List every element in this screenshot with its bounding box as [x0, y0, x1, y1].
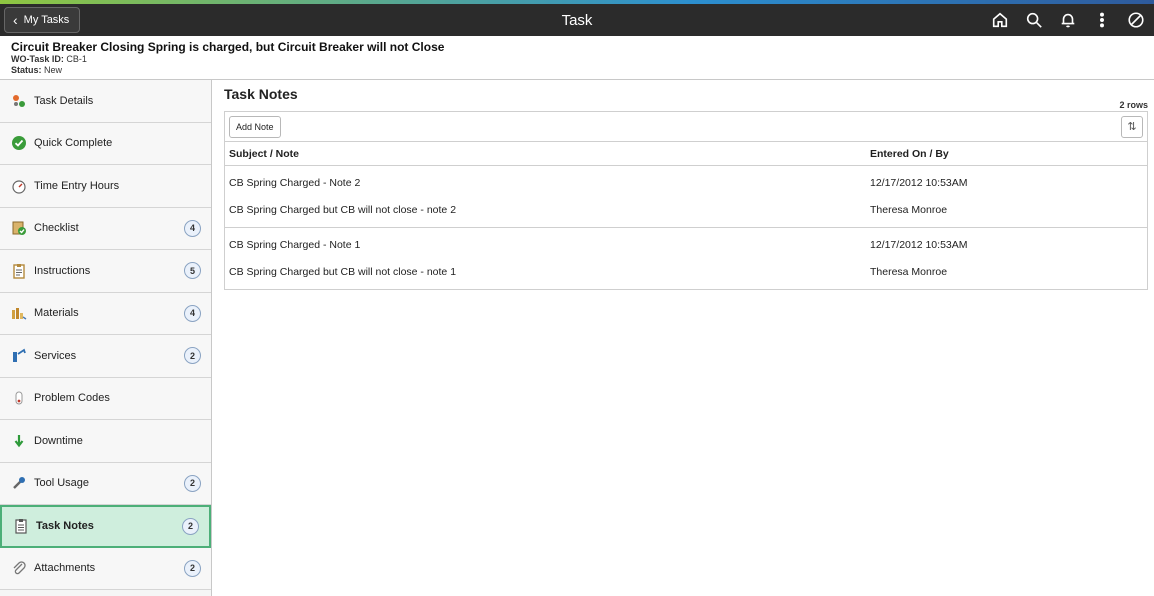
sidebar-item-instructions[interactable]: Instructions 5: [0, 250, 211, 293]
note-text: CB Spring Charged but CB will not close …: [229, 265, 457, 278]
note-entered-on: 12/17/2012 10:53AM: [870, 238, 968, 251]
attachments-count-badge: 2: [184, 559, 201, 577]
sidebar-item-time-entry-hours[interactable]: Time Entry Hours: [0, 165, 211, 208]
tool-usage-count-badge: 2: [184, 474, 201, 492]
sidebar-item-quick-complete[interactable]: Quick Complete: [0, 122, 211, 165]
back-button[interactable]: ‹ My Tasks: [4, 7, 81, 33]
banner: ‹ My Tasks Task: [0, 4, 1154, 36]
sidebar-item-task-details[interactable]: Task Details: [0, 80, 211, 123]
note-entered-on: 12/17/2012 10:53AM: [870, 176, 968, 189]
instructions-count-badge: 5: [184, 262, 201, 280]
notes-grid: Add Note ⇅ Subject / Note Entered On / B…: [224, 111, 1148, 290]
chevron-left-icon: ‹: [13, 12, 18, 28]
materials-count-badge: 4: [184, 304, 201, 322]
materials-icon: [10, 305, 28, 321]
stopwatch-icon: [10, 178, 28, 194]
note-entered-by: Theresa Monroe: [870, 265, 948, 278]
task-id-value: CB-1: [66, 54, 87, 64]
sort-icon[interactable]: ⇅: [1121, 115, 1143, 138]
task-id-label: WO-Task ID:: [11, 54, 64, 64]
sidebar-item-label: Instructions: [34, 264, 91, 277]
home-icon[interactable]: [990, 10, 1010, 30]
problem-codes-icon: [10, 390, 28, 406]
checklist-count-badge: 4: [184, 219, 201, 237]
note-subject: CB Spring Charged - Note 1: [229, 238, 361, 251]
sidebar-item-problem-codes[interactable]: Problem Codes: [0, 377, 211, 420]
paperclip-icon: [10, 560, 28, 576]
sidebar-item-label: Quick Complete: [34, 137, 113, 150]
table-row[interactable]: CB Spring Charged - Note 1 12/17/2012 10…: [225, 228, 1147, 289]
bell-icon[interactable]: [1058, 10, 1078, 30]
sidebar-item-label: Task Details: [34, 94, 94, 107]
sidebar-item-label: Checklist: [34, 222, 79, 235]
grid-toolbar: Add Note ⇅: [225, 112, 1147, 142]
sidebar-item-label: Materials: [34, 307, 79, 320]
sidebar-item-tool-usage[interactable]: Tool Usage 2: [0, 462, 211, 505]
down-arrow-icon: [10, 433, 28, 449]
tool-icon: [10, 475, 28, 491]
sidebar-item-checklist[interactable]: Checklist 4: [0, 207, 211, 250]
sidebar: Task Details Quick Complete Time Entry H…: [0, 80, 212, 596]
task-details-icon: [10, 93, 28, 109]
task-header: Circuit Breaker Closing Spring is charge…: [0, 36, 1154, 80]
status-label: Status:: [11, 65, 42, 75]
sidebar-item-materials[interactable]: Materials 4: [0, 292, 211, 335]
note-subject: CB Spring Charged - Note 2: [229, 176, 361, 189]
sidebar-item-label: Attachments: [34, 562, 96, 575]
table-row[interactable]: CB Spring Charged - Note 2 12/17/2012 10…: [225, 166, 1147, 228]
check-circle-icon: [10, 135, 28, 151]
task-id-line: WO-Task ID: CB-1: [11, 54, 1146, 65]
sidebar-item-label: Services: [34, 349, 77, 362]
sidebar-item-downtime[interactable]: Downtime: [0, 420, 211, 463]
column-header-subject: Subject / Note: [229, 147, 300, 160]
checklist-icon: [10, 220, 28, 236]
sidebar-item-label: Task Notes: [36, 520, 94, 533]
notes-icon: [12, 518, 30, 534]
back-button-label: My Tasks: [23, 14, 70, 26]
row-count: 2 rows: [1119, 100, 1148, 110]
sidebar-item-attachments[interactable]: Attachments 2: [0, 547, 211, 590]
main-content: Task Notes 2 rows Add Note ⇅ Subject / N…: [212, 80, 1154, 596]
navbar-icon[interactable]: [1126, 10, 1146, 30]
clipboard-icon: [10, 263, 28, 279]
sidebar-item-label: Problem Codes: [34, 392, 110, 405]
task-title: Circuit Breaker Closing Spring is charge…: [11, 40, 445, 54]
services-icon: [10, 348, 28, 364]
more-actions-icon[interactable]: [1092, 10, 1112, 30]
note-text: CB Spring Charged but CB will not close …: [229, 203, 457, 216]
status-line: Status: New: [11, 65, 1146, 76]
grid-header: Subject / Note Entered On / By: [225, 142, 1147, 166]
sidebar-item-label: Time Entry Hours: [34, 179, 120, 192]
sidebar-item-label: Tool Usage: [34, 477, 90, 490]
note-entered-by: Theresa Monroe: [870, 203, 948, 216]
add-note-button[interactable]: Add Note: [229, 115, 281, 138]
sidebar-item-task-notes[interactable]: Task Notes 2: [0, 505, 211, 548]
sidebar-item-label: Downtime: [34, 434, 83, 447]
status-value: New: [44, 65, 63, 75]
page-title: Task: [561, 11, 593, 29]
sidebar-item-services[interactable]: Services 2: [0, 335, 211, 378]
search-icon[interactable]: [1024, 10, 1044, 30]
column-header-entered: Entered On / By: [870, 147, 949, 160]
services-count-badge: 2: [184, 347, 201, 365]
task-notes-count-badge: 2: [182, 517, 199, 535]
